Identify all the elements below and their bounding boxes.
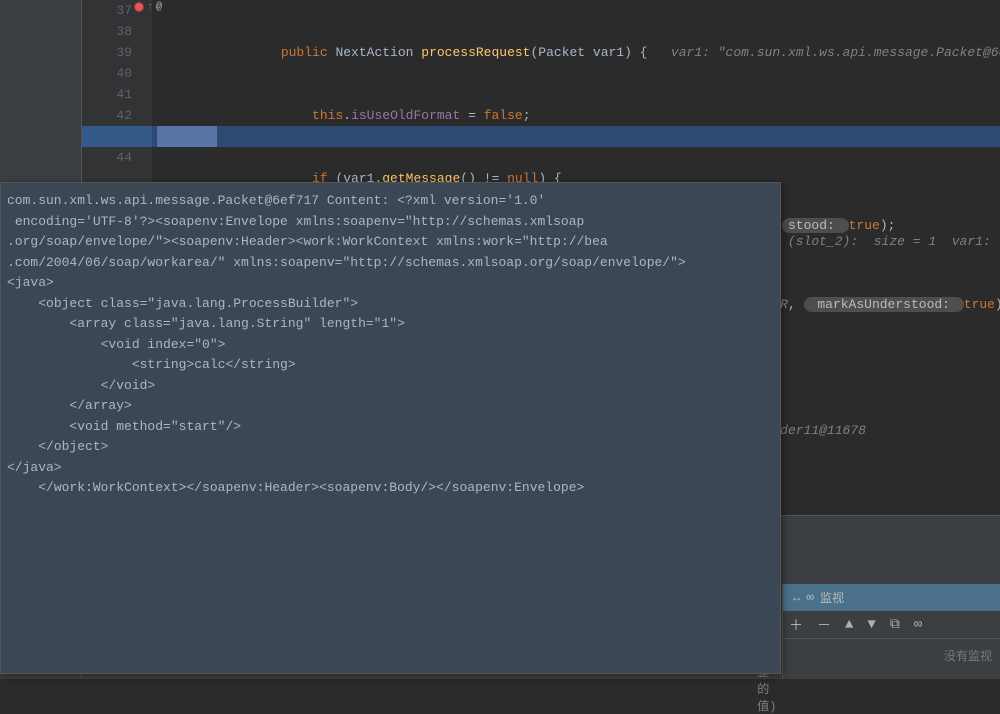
watches-panel[interactable]: ↔ ∞ 监视 ＋ － ▲ ▼ ⧉ ∞ 没有监视 [782,584,1000,679]
line-number: 39 [82,42,132,63]
watches-glasses-icon: ∞ [806,590,814,605]
line-number: 40 [82,63,132,84]
copy-button[interactable]: ⧉ [890,617,900,633]
watches-toolbar[interactable]: ＋ － ▲ ▼ ⧉ ∞ [783,611,1000,639]
line-number: 42 [82,105,132,126]
breakpoint-icon[interactable] [134,2,144,12]
overflow-code: stood: true); [782,215,1000,236]
move-up-button[interactable]: ▲ [845,617,853,633]
param-hint-pill: markAsUnderstood: [804,297,964,312]
code-line[interactable]: this.isUseOldFormat = false; [152,105,1000,126]
line-number: 37 [82,0,132,21]
add-watch-button[interactable]: ＋ [789,615,803,635]
watches-empty: 没有监视 [783,639,1000,672]
remove-watch-button[interactable]: － [817,615,831,635]
view-button[interactable]: ∞ [914,617,922,633]
move-down-button[interactable]: ▼ [867,617,875,633]
watches-title: 监视 [820,589,844,606]
sync-icon: ↔ [793,591,800,605]
value-tooltip: com.sun.xml.ws.api.message.Packet@6ef717… [0,182,781,674]
line-number: 38 [82,21,132,42]
line-number: 44 [82,147,132,168]
code-line[interactable]: public NextAction processRequest(Packet … [152,42,1000,63]
watches-header[interactable]: ↔ ∞ 监视 [783,584,1000,611]
line-number: 41 [82,84,132,105]
